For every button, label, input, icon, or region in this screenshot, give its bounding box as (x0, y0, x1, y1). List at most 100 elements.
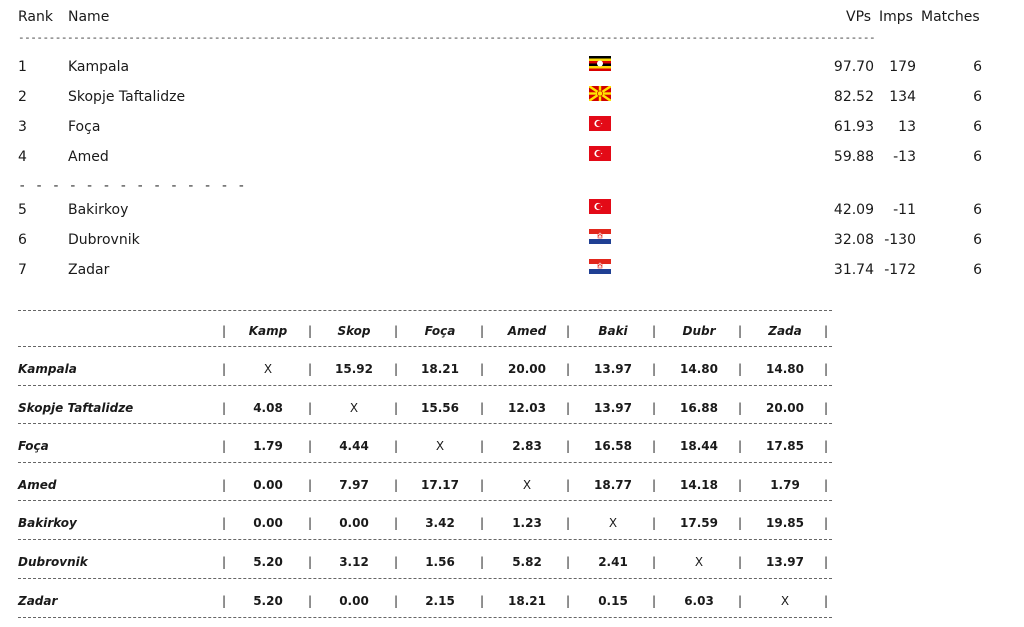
score-cell: 15.56 (421, 401, 459, 415)
score-cell: X (349, 401, 359, 415)
row-team-name[interactable]: Amed (18, 478, 57, 492)
score-cell: 5.20 (253, 555, 283, 569)
north-macedonia-flag-icon (589, 86, 611, 101)
table-divider (18, 385, 832, 386)
imps-cell: -130 (884, 232, 916, 248)
score-cell: 1.79 (770, 478, 800, 492)
matches-cell: 6 (973, 89, 982, 105)
score-cell: 5.20 (253, 594, 283, 608)
score-cell: 7.97 (339, 478, 369, 492)
column-separator: | (738, 401, 743, 415)
column-separator: | (222, 439, 227, 453)
column-separator: | (480, 594, 485, 608)
score-cell: 14.80 (680, 362, 718, 376)
team-name[interactable]: Amed (68, 149, 109, 165)
column-separator: | (308, 555, 313, 569)
column-separator: | (824, 594, 829, 608)
score-cell: 13.97 (594, 401, 632, 415)
vps-cell: 82.52 (833, 89, 874, 105)
team-name[interactable]: Zadar (68, 262, 109, 278)
team-name[interactable]: Bakirkoy (68, 202, 128, 218)
column-separator: | (394, 362, 399, 376)
score-cell: X (522, 478, 532, 492)
column-separator: | (652, 362, 657, 376)
table-row: Kampala X 15.92 18.21 20.00 13.97 14.80 14.80 | |… (18, 362, 832, 382)
column-separator: | (222, 324, 227, 338)
imps-cell: 179 (889, 59, 916, 75)
column-separator: | (394, 478, 399, 492)
column-separator: | (308, 594, 313, 608)
row-team-name[interactable]: Skopje Taftalidze (18, 401, 133, 415)
score-cell: 18.21 (421, 362, 459, 376)
team-name[interactable]: Dubrovnik (68, 232, 140, 248)
rank-cell: 3 (18, 119, 27, 135)
row-team-name[interactable]: Dubrovnik (18, 555, 88, 569)
table-row: Zadar 5.20 0.00 2.15 18.21 0.15 6.03 X | | | | | | | | (18, 594, 832, 614)
column-separator: | (222, 362, 227, 376)
column-separator: | (738, 362, 743, 376)
score-cell: X (608, 516, 618, 530)
score-cell: 12.03 (508, 401, 546, 415)
column-separator: | (738, 439, 743, 453)
column-header: Baki (598, 324, 628, 338)
team-name[interactable]: Foça (68, 119, 100, 135)
score-cell: 4.08 (253, 401, 283, 415)
score-cell: X (694, 555, 704, 569)
vps-header: VPs (846, 9, 872, 25)
table-divider (18, 462, 832, 463)
score-cell: X (780, 594, 790, 608)
column-separator: | (308, 516, 313, 530)
column-header: Skop (337, 324, 371, 338)
column-separator: | (222, 478, 227, 492)
column-separator: | (652, 516, 657, 530)
score-cell: 17.85 (766, 439, 804, 453)
row-team-name[interactable]: Foça (18, 439, 49, 453)
team-name[interactable]: Kampala (68, 59, 129, 75)
croatia-flag-icon (589, 229, 611, 244)
separator-top: ----------------------------------------… (18, 31, 874, 44)
score-cell: 2.15 (425, 594, 455, 608)
row-team-name[interactable]: Bakirkoy (18, 516, 77, 530)
vps-cell: 59.88 (833, 149, 874, 165)
column-separator: | (824, 516, 829, 530)
score-cell: 2.41 (598, 555, 628, 569)
column-separator: | (308, 362, 313, 376)
column-separator: | (566, 516, 571, 530)
vps-cell: 97.70 (833, 59, 874, 75)
vps-cell: 31.74 (833, 262, 874, 278)
matches-header: Matches (921, 9, 980, 25)
column-header: Kamp (248, 324, 288, 338)
column-separator: | (824, 555, 829, 569)
score-cell: 1.56 (425, 555, 455, 569)
column-separator: | (308, 401, 313, 415)
score-cell: 18.44 (680, 439, 718, 453)
score-cell: X (263, 362, 273, 376)
team-name[interactable]: Skopje Taftalidze (68, 89, 185, 105)
score-cell: 19.85 (766, 516, 804, 530)
column-separator: | (824, 362, 829, 376)
column-separator: | (566, 324, 571, 338)
table-row: Foça 1.79 4.44 X 2.83 16.58 18.44 17.85 | | | | | | | | (18, 439, 832, 459)
cross-table-header: Kamp Skop Foça Amed Baki Dubr Zada | | | | | | | | (18, 324, 832, 344)
imps-cell: -172 (884, 262, 916, 278)
column-separator: | (566, 594, 571, 608)
column-separator: | (308, 439, 313, 453)
row-team-name[interactable]: Kampala (18, 362, 77, 376)
row-team-name[interactable]: Zadar (18, 594, 57, 608)
score-cell: 16.58 (594, 439, 632, 453)
column-separator: | (394, 439, 399, 453)
column-separator: | (222, 401, 227, 415)
score-cell: 5.82 (512, 555, 542, 569)
column-separator: | (394, 555, 399, 569)
imps-cell: -13 (893, 149, 916, 165)
table-row: Skopje Taftalidze 4.08 X 15.56 12.03 13.97 16.… (18, 401, 832, 421)
column-separator: | (480, 555, 485, 569)
rank-cell: 1 (18, 59, 27, 75)
rank-cell: 4 (18, 149, 27, 165)
column-separator: | (738, 516, 743, 530)
column-separator: | (738, 324, 743, 338)
column-separator: | (566, 439, 571, 453)
column-header: Amed (507, 324, 547, 338)
column-header: Dubr (682, 324, 716, 338)
score-cell: 18.21 (508, 594, 546, 608)
